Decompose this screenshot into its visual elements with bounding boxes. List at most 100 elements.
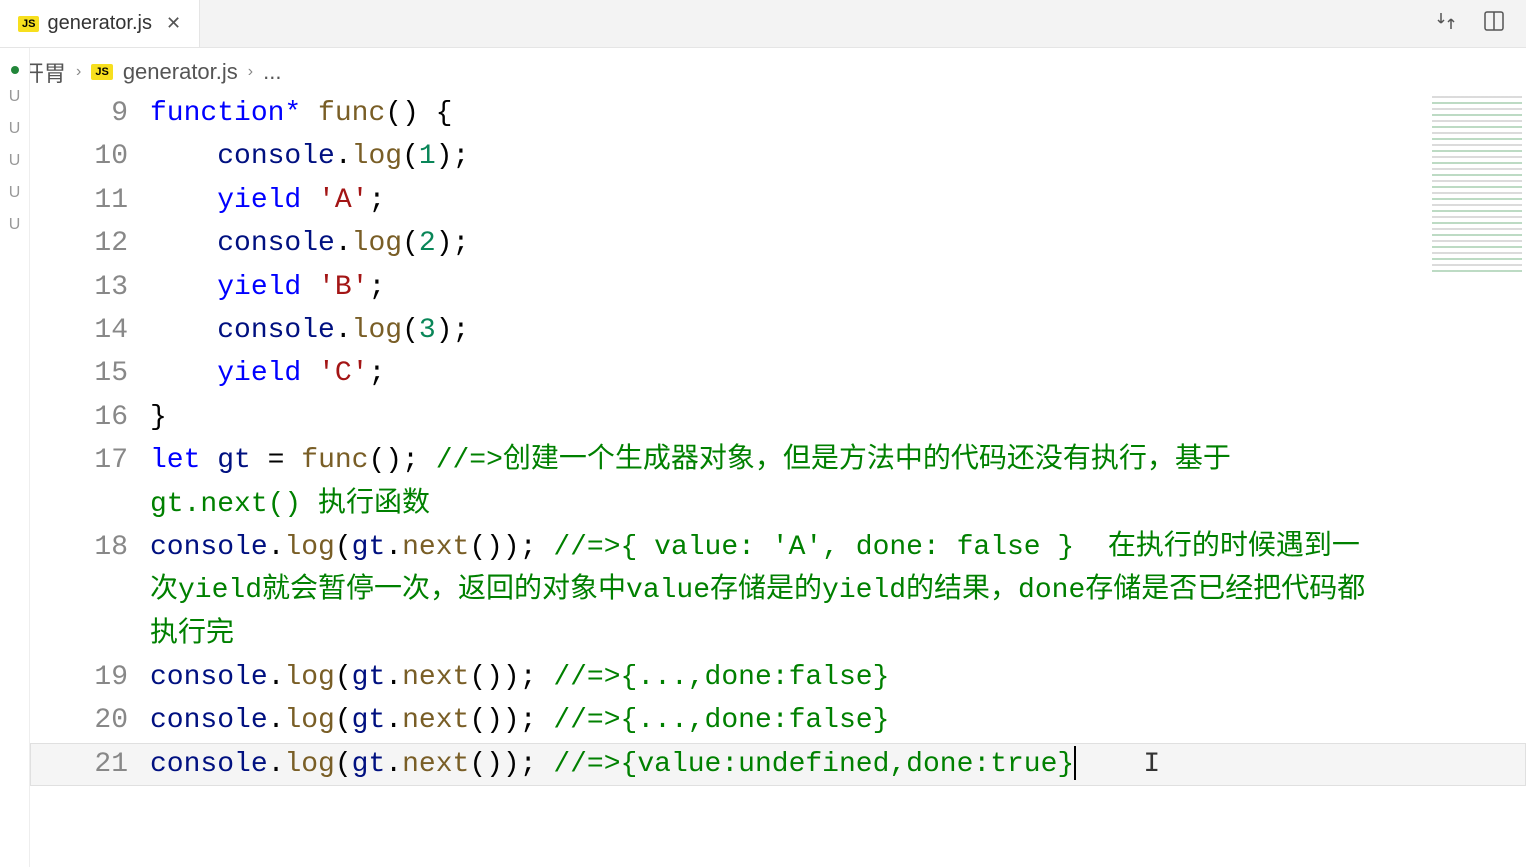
code-token: yield	[217, 272, 301, 303]
line-number[interactable]: 12	[30, 222, 150, 265]
code-token	[301, 185, 318, 216]
code-line[interactable]: 13 yield 'B';	[30, 266, 1526, 309]
code-token	[150, 272, 217, 303]
chevron-right-icon: ›	[76, 63, 81, 81]
breadcrumb-more[interactable]: ...	[263, 59, 281, 85]
line-number[interactable]: 20	[30, 699, 150, 742]
code-token: gt	[352, 532, 386, 563]
code-token: console	[150, 749, 268, 780]
code-token: yield	[217, 358, 301, 389]
code-line[interactable]: 9function* func() {	[30, 92, 1526, 135]
line-number[interactable]: 15	[30, 352, 150, 395]
code-line[interactable]: 11 yield 'A';	[30, 179, 1526, 222]
code-line[interactable]: 20console.log(gt.next()); //=>{...,done:…	[30, 699, 1526, 742]
code-token: //=>{...,done:false}	[553, 705, 889, 736]
code-token: next	[402, 705, 469, 736]
code-line[interactable]: 14 console.log(3);	[30, 309, 1526, 352]
chevron-right-icon: ›	[248, 63, 253, 81]
line-content[interactable]: }	[150, 396, 1526, 439]
code-editor[interactable]: 9function* func() {10 console.log(1);11 …	[30, 92, 1526, 867]
code-token: console	[150, 532, 268, 563]
code-token: log	[284, 662, 334, 693]
code-line[interactable]: 12 console.log(2);	[30, 222, 1526, 265]
line-number[interactable]: 13	[30, 266, 150, 309]
code-token: func	[301, 445, 368, 476]
line-number[interactable]: 21	[30, 743, 150, 786]
split-editor-icon[interactable]	[1482, 9, 1506, 39]
code-token: .	[268, 749, 285, 780]
line-number[interactable]: 9	[30, 92, 150, 135]
code-token: .	[385, 705, 402, 736]
line-content[interactable]: console.log(3);	[150, 309, 1526, 352]
line-content[interactable]: console.log(gt.next()); //=>{...,done:fa…	[150, 699, 1526, 742]
line-content[interactable]: function* func() {	[150, 92, 1526, 135]
line-number[interactable]: 11	[30, 179, 150, 222]
code-token: 3	[419, 315, 436, 346]
line-content[interactable]: console.log(gt.next()); //=>{...,done:fa…	[150, 656, 1526, 699]
code-token: gt	[352, 705, 386, 736]
code-token: (	[335, 532, 352, 563]
code-line[interactable]: 19console.log(gt.next()); //=>{...,done:…	[30, 656, 1526, 699]
code-token: );	[436, 228, 470, 259]
breadcrumb: 开胃 › JS generator.js › ...	[0, 48, 1526, 96]
code-token: 'A'	[318, 185, 368, 216]
top-action-icons	[1434, 9, 1526, 39]
tab-filename: generator.js	[47, 12, 152, 35]
code-token: .	[268, 532, 285, 563]
code-token: next	[402, 532, 469, 563]
code-token: ;	[368, 358, 385, 389]
line-content[interactable]: let gt = func(); //=>创建一个生成器对象，但是方法中的代码还…	[150, 439, 1526, 526]
git-status-dot	[11, 66, 19, 74]
line-content[interactable]: console.log(gt.next()); //=>{value:undef…	[150, 743, 1526, 786]
line-content[interactable]: console.log(1);	[150, 135, 1526, 178]
minimap[interactable]	[1432, 92, 1522, 272]
code-body[interactable]: 9function* func() {10 console.log(1);11 …	[30, 92, 1526, 786]
tab-generator-js[interactable]: JS generator.js ✕	[0, 0, 200, 47]
code-token: );	[436, 315, 470, 346]
line-content[interactable]: yield 'C';	[150, 352, 1526, 395]
close-icon[interactable]: ✕	[166, 13, 181, 34]
line-number[interactable]: 10	[30, 135, 150, 178]
line-number[interactable]: 18	[30, 526, 150, 656]
code-token: ());	[469, 749, 553, 780]
code-token: ();	[368, 445, 435, 476]
code-token: log	[284, 749, 334, 780]
git-mark: U	[9, 88, 21, 106]
code-line[interactable]: 10 console.log(1);	[30, 135, 1526, 178]
compare-changes-icon[interactable]	[1434, 9, 1458, 39]
code-token	[301, 358, 318, 389]
code-token: yield	[217, 185, 301, 216]
code-token: let	[150, 445, 200, 476]
code-line[interactable]: 18console.log(gt.next()); //=>{ value: '…	[30, 526, 1526, 656]
breadcrumb-filename[interactable]: generator.js	[123, 59, 238, 85]
line-number[interactable]: 16	[30, 396, 150, 439]
code-token: ;	[368, 185, 385, 216]
line-number[interactable]: 14	[30, 309, 150, 352]
code-token: 1	[419, 141, 436, 172]
code-line[interactable]: 16}	[30, 396, 1526, 439]
code-token: console	[217, 141, 335, 172]
code-token: 2	[419, 228, 436, 259]
line-content[interactable]: console.log(gt.next()); //=>{ value: 'A'…	[150, 526, 1526, 656]
code-line[interactable]: 15 yield 'C';	[30, 352, 1526, 395]
code-token: ());	[469, 662, 553, 693]
line-content[interactable]: yield 'A';	[150, 179, 1526, 222]
code-token	[301, 272, 318, 303]
code-token: }	[150, 402, 167, 433]
line-content[interactable]: console.log(2);	[150, 222, 1526, 265]
code-token: console	[150, 705, 268, 736]
code-token: 'C'	[318, 358, 368, 389]
code-token: (	[335, 705, 352, 736]
code-token: console	[150, 662, 268, 693]
code-token	[301, 98, 318, 129]
code-line[interactable]: 17let gt = func(); //=>创建一个生成器对象，但是方法中的代…	[30, 439, 1526, 526]
code-token: .	[335, 315, 352, 346]
code-token: console	[217, 228, 335, 259]
line-content[interactable]: yield 'B';	[150, 266, 1526, 309]
gutter-marks: U U U U U	[0, 48, 29, 234]
line-number[interactable]: 17	[30, 439, 150, 526]
code-token: gt	[352, 749, 386, 780]
line-number[interactable]: 19	[30, 656, 150, 699]
code-line[interactable]: 21console.log(gt.next()); //=>{value:und…	[30, 743, 1526, 786]
code-token: ;	[368, 272, 385, 303]
